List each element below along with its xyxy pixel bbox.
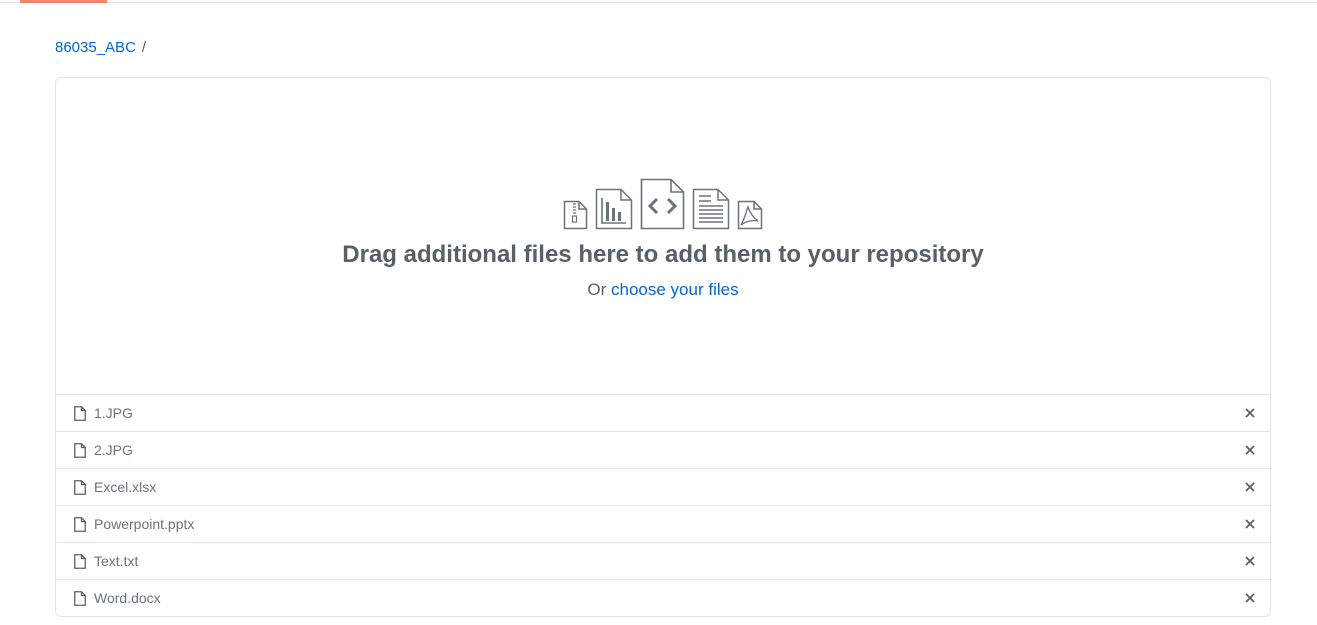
file-row: 2.JPG: [56, 431, 1270, 468]
file-icon: [74, 480, 86, 495]
file-icon: [74, 554, 86, 569]
file-name: 1.JPG: [94, 405, 133, 421]
file-row: Powerpoint.pptx: [56, 505, 1270, 542]
file-row: Word.docx: [56, 579, 1270, 616]
remove-file-button[interactable]: [1242, 553, 1258, 569]
close-icon: [1245, 556, 1255, 566]
file-row: Excel.xlsx: [56, 468, 1270, 505]
active-tab-indicator: [20, 0, 107, 3]
file-row: Text.txt: [56, 542, 1270, 579]
file-type-icons: [56, 178, 1270, 230]
breadcrumb-separator: /: [141, 39, 147, 56]
file-row: 1.JPG: [56, 394, 1270, 431]
choose-files-link[interactable]: choose your files: [611, 280, 739, 299]
dropzone-title: Drag additional files here to add them t…: [342, 241, 984, 268]
close-icon: [1245, 519, 1255, 529]
dropzone-subtitle: Or choose your files: [56, 279, 1270, 301]
close-icon: [1245, 408, 1255, 418]
file-name: Text.txt: [94, 553, 139, 569]
file-icon: [74, 591, 86, 606]
file-name: Excel.xlsx: [94, 479, 157, 495]
remove-file-button[interactable]: [1242, 590, 1258, 606]
file-name: Word.docx: [94, 590, 161, 606]
text-file-icon: [692, 188, 730, 230]
file-dropzone[interactable]: Drag additional files here to add them t…: [55, 77, 1271, 395]
dropzone-prefix: Or: [587, 280, 607, 299]
pdf-file-icon: [737, 200, 763, 230]
zip-file-icon: [563, 200, 588, 230]
file-name: 2.JPG: [94, 442, 133, 458]
breadcrumb-repo-link[interactable]: 86035_ABC: [55, 39, 136, 56]
close-icon: [1245, 593, 1255, 603]
file-name: Powerpoint.pptx: [94, 516, 195, 532]
remove-file-button[interactable]: [1242, 516, 1258, 532]
breadcrumb: 86035_ABC /: [55, 38, 146, 58]
file-icon: [74, 517, 86, 532]
code-file-icon: [640, 178, 685, 230]
remove-file-button[interactable]: [1242, 442, 1258, 458]
remove-file-button[interactable]: [1242, 405, 1258, 421]
chart-file-icon: [595, 188, 633, 230]
header-divider: [0, 2, 1317, 3]
close-icon: [1245, 482, 1255, 492]
remove-file-button[interactable]: [1242, 479, 1258, 495]
file-icon: [74, 443, 86, 458]
uploaded-file-list: 1.JPG 2.JPG Excel.xlsx Powerpoint.pptx T…: [55, 394, 1271, 617]
close-icon: [1245, 445, 1255, 455]
file-icon: [74, 406, 86, 421]
